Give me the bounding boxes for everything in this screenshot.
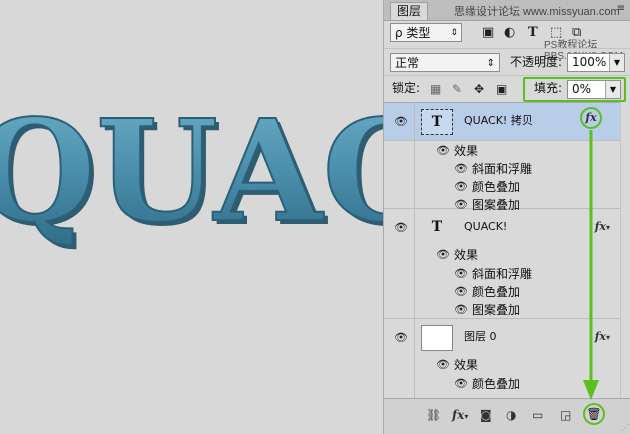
eye-icon[interactable]: 👁 bbox=[454, 268, 468, 280]
eye-icon[interactable]: 👁 bbox=[454, 304, 468, 316]
visibility-column bbox=[384, 357, 415, 399]
blend-mode-select[interactable]: 正常 ⇕ bbox=[390, 53, 500, 72]
fill-highlight-box bbox=[523, 77, 626, 102]
effect-item[interactable]: 图案叠加 bbox=[472, 303, 520, 317]
new-adjustment-icon[interactable]: ◑ bbox=[506, 408, 516, 422]
new-layer-icon[interactable]: ◲ bbox=[560, 408, 571, 422]
layer-thumb-type: T bbox=[431, 219, 443, 235]
layer-effects-group: 👁 效果 👁 颜色叠加 bbox=[384, 357, 620, 399]
effect-item[interactable]: 斜面和浮雕 bbox=[472, 162, 532, 176]
eye-icon[interactable]: 👁 bbox=[436, 359, 450, 371]
effect-item[interactable]: 颜色叠加 bbox=[472, 377, 520, 391]
layer-effects-group: 👁 效果 👁 斜面和浮雕 👁 颜色叠加 👁 图案叠加 bbox=[384, 247, 620, 319]
panel-menu-icon[interactable]: ≡ bbox=[617, 3, 625, 14]
lock-transparent-icon[interactable]: ▦ bbox=[430, 83, 441, 96]
fx-icon[interactable]: fx▾ bbox=[595, 330, 610, 343]
effect-item[interactable]: 颜色叠加 bbox=[472, 180, 520, 194]
layer-row-layer0[interactable]: 👁 图层 0 fx▾ bbox=[384, 319, 620, 357]
document-canvas[interactable]: QUACK QUACK bbox=[0, 0, 383, 434]
layer-name[interactable]: QUACK! 拷贝 bbox=[464, 114, 533, 128]
eye-icon[interactable]: 👁 bbox=[454, 163, 468, 175]
chevron-updown-icon: ⇕ bbox=[486, 58, 495, 69]
eye-icon[interactable]: 👁 bbox=[436, 249, 450, 261]
eye-icon[interactable]: 👁 bbox=[454, 181, 468, 193]
layers-panel: 图层 思缘设计论坛 www.missyuan.com ≡ ρ 类型 ⇕ ▣ ◐ … bbox=[383, 0, 630, 434]
canvas-text: QUACK bbox=[0, 90, 383, 254]
filter-kind-select[interactable]: ρ 类型 ⇕ bbox=[390, 23, 462, 42]
canvas-artwork: QUACK QUACK bbox=[0, 89, 383, 258]
layer-thumb-image bbox=[421, 325, 453, 351]
eye-icon[interactable]: 👁 bbox=[394, 222, 408, 234]
fx-highlight-icon[interactable]: fx bbox=[580, 107, 602, 129]
watermark-text: 思缘设计论坛 www.missyuan.com bbox=[454, 6, 620, 18]
lock-row: 锁定: ▦ ✎ ✥ ▣ 填充: 0% ▼ bbox=[384, 75, 630, 102]
adjustment-filter-icon[interactable]: ◐ bbox=[504, 26, 515, 40]
eye-icon[interactable]: 👁 bbox=[454, 286, 468, 298]
link-layers-icon[interactable]: ⛓ bbox=[426, 408, 441, 422]
resize-grip-icon[interactable]: ⋰ bbox=[621, 423, 629, 432]
chevron-updown-icon: ⇕ bbox=[450, 28, 458, 38]
layer-thumb-type: T bbox=[421, 109, 453, 135]
panel-tabbar: 图层 思缘设计论坛 www.missyuan.com ≡ bbox=[384, 0, 630, 21]
add-style-icon[interactable]: fx▾ bbox=[452, 408, 468, 423]
layer-name[interactable]: QUACK! bbox=[464, 220, 507, 234]
opacity-value: 100% bbox=[572, 55, 607, 69]
lock-position-icon[interactable]: ✥ bbox=[474, 83, 484, 96]
lock-all-icon[interactable]: ▣ bbox=[496, 83, 507, 96]
layer-row-quack[interactable]: 👁 T QUACK! fx▾ bbox=[384, 209, 620, 247]
blend-mode-value: 正常 bbox=[395, 56, 420, 70]
layers-list: 👁 T QUACK! 拷贝 👁 效果 👁 斜面和浮雕 👁 颜色叠加 👁 图案叠加… bbox=[384, 102, 620, 399]
type-filter-icon[interactable]: T bbox=[528, 26, 538, 40]
fx-icon[interactable]: fx▾ bbox=[595, 220, 610, 233]
filter-kind-label: ρ 类型 bbox=[395, 26, 431, 40]
visibility-column bbox=[384, 247, 415, 318]
eye-icon[interactable]: 👁 bbox=[394, 116, 408, 128]
eye-icon[interactable]: 👁 bbox=[436, 145, 450, 157]
layer-effects-group: 👁 效果 👁 斜面和浮雕 👁 颜色叠加 👁 图案叠加 bbox=[384, 141, 620, 212]
lock-label: 锁定: bbox=[392, 81, 421, 95]
eye-icon[interactable]: 👁 bbox=[394, 332, 408, 344]
add-mask-icon[interactable]: ◙ bbox=[480, 408, 492, 422]
delete-layer-icon[interactable]: 🗑 bbox=[583, 403, 605, 425]
effect-item[interactable]: 斜面和浮雕 bbox=[472, 267, 532, 281]
lock-pixels-icon[interactable]: ✎ bbox=[452, 83, 462, 96]
opacity-label: 不透明度: bbox=[510, 55, 563, 69]
effects-label: 效果 bbox=[454, 358, 479, 372]
layer-name[interactable]: 图层 0 bbox=[464, 330, 497, 344]
image-filter-icon[interactable]: ▣ bbox=[482, 26, 494, 40]
visibility-column bbox=[384, 141, 415, 208]
eye-icon[interactable]: 👁 bbox=[454, 378, 468, 390]
blend-row: 正常 ⇕ 不透明度: 100% ▼ bbox=[384, 48, 630, 75]
layers-scrollbar[interactable] bbox=[620, 102, 630, 398]
chevron-down-icon[interactable]: ▼ bbox=[609, 54, 624, 71]
new-group-icon[interactable]: ▭ bbox=[532, 408, 543, 422]
effects-label: 效果 bbox=[454, 144, 479, 158]
opacity-field[interactable]: 100% ▼ bbox=[567, 53, 625, 72]
effect-item[interactable]: 颜色叠加 bbox=[472, 285, 520, 299]
filter-row: ρ 类型 ⇕ ▣ ◐ T ⬚ ⧉ PS教程论坛 BBS.16XX8.COM bbox=[384, 22, 630, 62]
tab-layers[interactable]: 图层 bbox=[390, 2, 429, 20]
effects-label: 效果 bbox=[454, 248, 479, 262]
